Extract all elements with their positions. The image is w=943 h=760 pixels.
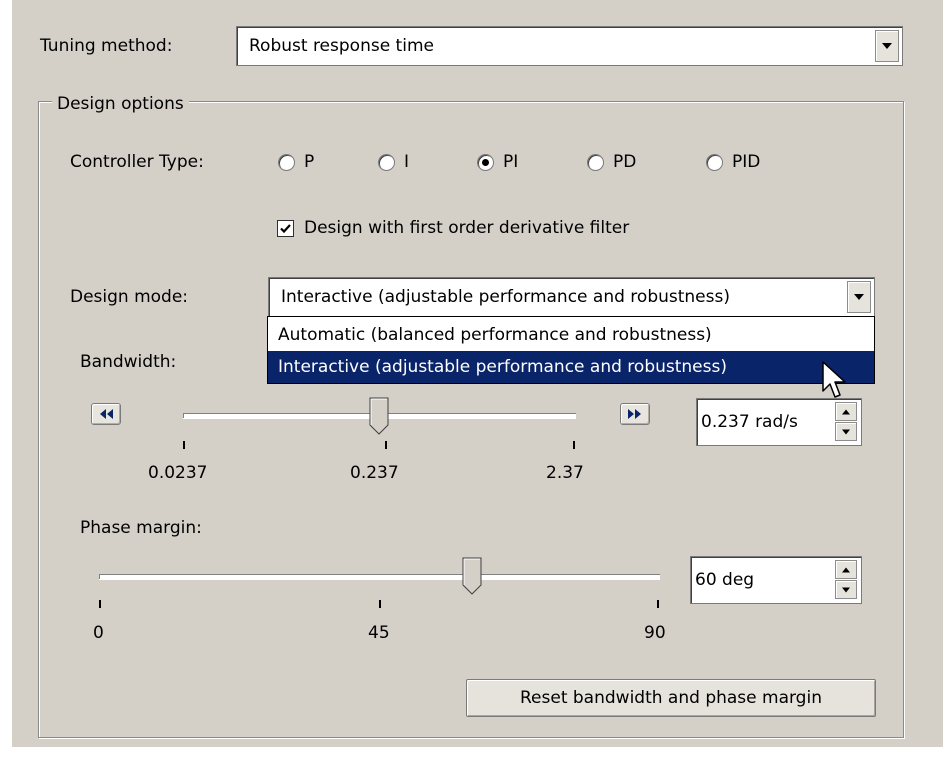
spin-down-icon [842,587,850,592]
design-mode-option-automatic[interactable]: Automatic (balanced performance and robu… [268,319,874,351]
phase-margin-tick-label: 45 [368,623,390,643]
design-mode-dropdown-list: Automatic (balanced performance and robu… [267,316,875,384]
chevron-down-icon [882,43,892,49]
phase-margin-tick-label: 90 [644,623,666,643]
radio-circle [278,153,295,171]
tuning-method-value: Robust response time [249,36,434,56]
controller-type-label: Controller Type: [70,152,204,172]
design-mode-label: Design mode: [70,287,189,307]
radio-controller-pi[interactable]: PI [477,152,518,172]
phase-margin-slider-track[interactable] [99,574,660,579]
bandwidth-slider-thumb[interactable] [369,397,389,435]
phase-margin-tick [99,600,101,608]
radio-controller-i[interactable]: I [378,152,409,172]
radio-dot [482,158,489,166]
bandwidth-value: 0.237 rad/s [701,412,798,432]
rewind-icon [100,409,113,419]
phase-margin-tick-label: 0 [93,623,104,643]
bandwidth-tick-label: 2.37 [546,463,584,483]
bandwidth-tick-label: 0.237 [350,463,399,483]
bandwidth-decrease-button[interactable] [91,403,121,425]
bandwidth-spin-up[interactable] [835,402,857,421]
design-mode-option-interactive[interactable]: Interactive (adjustable performance and … [268,351,874,383]
bandwidth-tick-label: 0.0237 [148,463,208,483]
radio-label: PD [613,152,637,172]
phase-margin-spinner[interactable]: 60 deg [690,556,862,604]
bandwidth-spin-down[interactable] [835,422,857,441]
bandwidth-tick [573,441,575,449]
window-edge [0,747,943,760]
tuning-method-dropdown-button[interactable] [875,30,899,62]
derivative-filter-checkbox[interactable]: Design with first order derivative filte… [277,218,629,238]
radio-label: PI [503,152,519,172]
bandwidth-tick [183,441,185,449]
bandwidth-increase-button[interactable] [620,403,650,425]
bandwidth-tick [385,441,387,449]
radio-circle [587,153,604,171]
reset-bandwidth-phase-button[interactable]: Reset bandwidth and phase margin [466,679,876,717]
spin-down-icon [842,429,850,434]
fast-forward-icon [628,409,641,419]
phase-margin-tick [379,600,381,608]
checkbox-box [277,219,294,237]
phase-margin-value: 60 deg [695,570,755,590]
bandwidth-label: Bandwidth: [80,352,177,372]
radio-controller-p[interactable]: P [278,152,314,172]
phase-margin-spin-up[interactable] [835,560,857,579]
radio-controller-pid[interactable]: PID [706,152,760,172]
phase-margin-label: Phase margin: [80,518,202,538]
design-mode-value: Interactive (adjustable performance and … [281,287,730,307]
design-mode-combo[interactable]: Interactive (adjustable performance and … [268,277,875,317]
radio-label: I [404,152,410,172]
mouse-pointer-icon [822,361,846,398]
tuning-method-label: Tuning method: [40,36,173,56]
dialog-panel: Tuning method: Robust response time Desi… [0,0,943,760]
phase-margin-slider-thumb[interactable] [462,557,482,595]
radio-circle [378,153,395,171]
radio-label: PID [732,152,761,172]
design-options-title: Design options [52,94,189,114]
design-mode-dropdown-button[interactable] [847,281,871,313]
bandwidth-spinner[interactable]: 0.237 rad/s [696,398,862,446]
window-edge [0,0,12,760]
radio-label: P [304,152,315,172]
radio-circle [706,153,723,171]
tuning-method-combo[interactable]: Robust response time [236,26,903,66]
phase-margin-spin-down[interactable] [835,580,857,599]
radio-circle-selected [477,153,494,171]
spin-up-icon [842,409,850,414]
derivative-filter-label: Design with first order derivative filte… [304,218,630,238]
radio-controller-pd[interactable]: PD [587,152,636,172]
spin-up-icon [842,567,850,572]
phase-margin-tick [657,600,659,608]
checkmark-icon [280,223,291,233]
chevron-down-icon [854,294,864,300]
